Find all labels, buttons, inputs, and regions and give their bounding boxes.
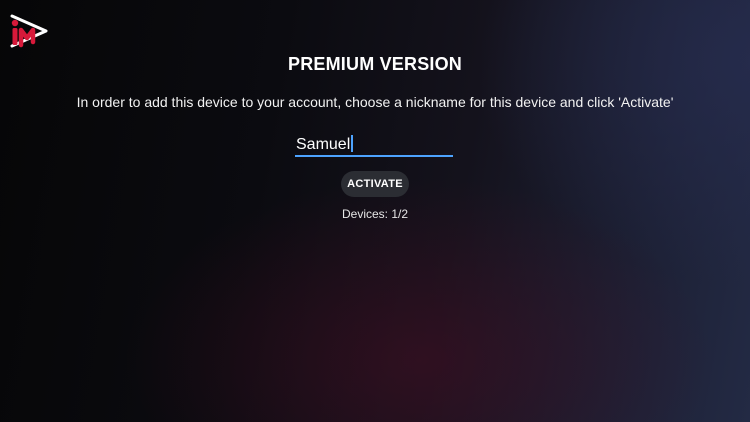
nickname-text: Samuel — [296, 136, 351, 153]
instructions-text: In order to add this device to your acco… — [76, 94, 674, 110]
nickname-value: Samuel — [296, 135, 353, 154]
page-title: PREMIUM VERSION — [287, 54, 463, 74]
activate-button[interactable]: ACTIVATE — [341, 171, 409, 197]
app-logo-icon — [6, 12, 50, 50]
nickname-input[interactable]: Samuel — [295, 133, 453, 157]
devices-count: Devices: 1/2 — [341, 207, 409, 221]
text-cursor — [351, 135, 353, 152]
